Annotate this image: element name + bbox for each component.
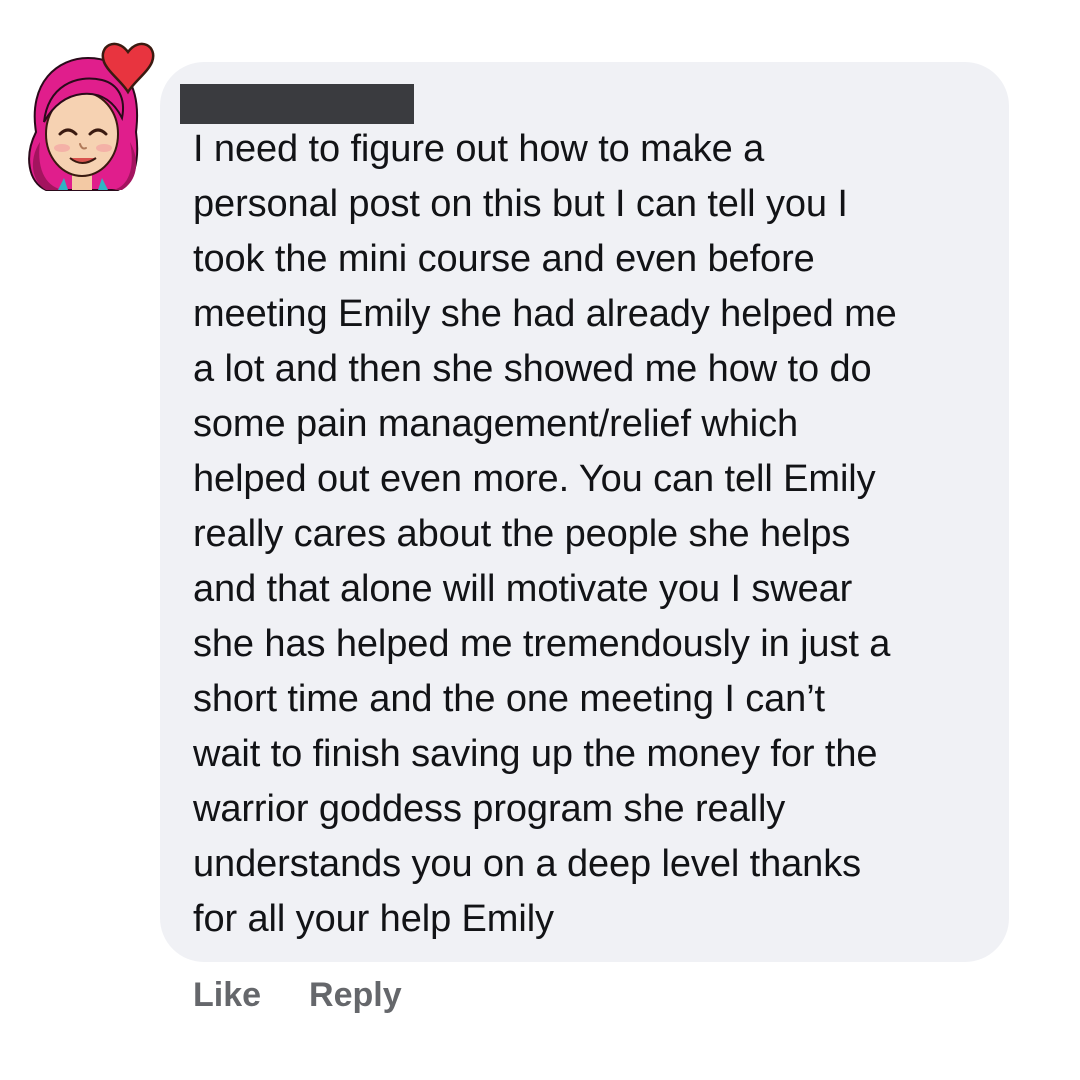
redacted-author-name xyxy=(180,84,414,124)
comment-bubble: I need to figure out how to make a perso… xyxy=(160,62,1009,962)
bitmoji-avatar-icon xyxy=(20,42,155,194)
like-button[interactable]: Like xyxy=(193,976,261,1015)
commenter-avatar[interactable] xyxy=(18,22,160,202)
comment-text: I need to figure out how to make a perso… xyxy=(193,128,897,940)
reply-button[interactable]: Reply xyxy=(309,976,402,1015)
comment-actions: Like Reply xyxy=(193,976,402,1015)
